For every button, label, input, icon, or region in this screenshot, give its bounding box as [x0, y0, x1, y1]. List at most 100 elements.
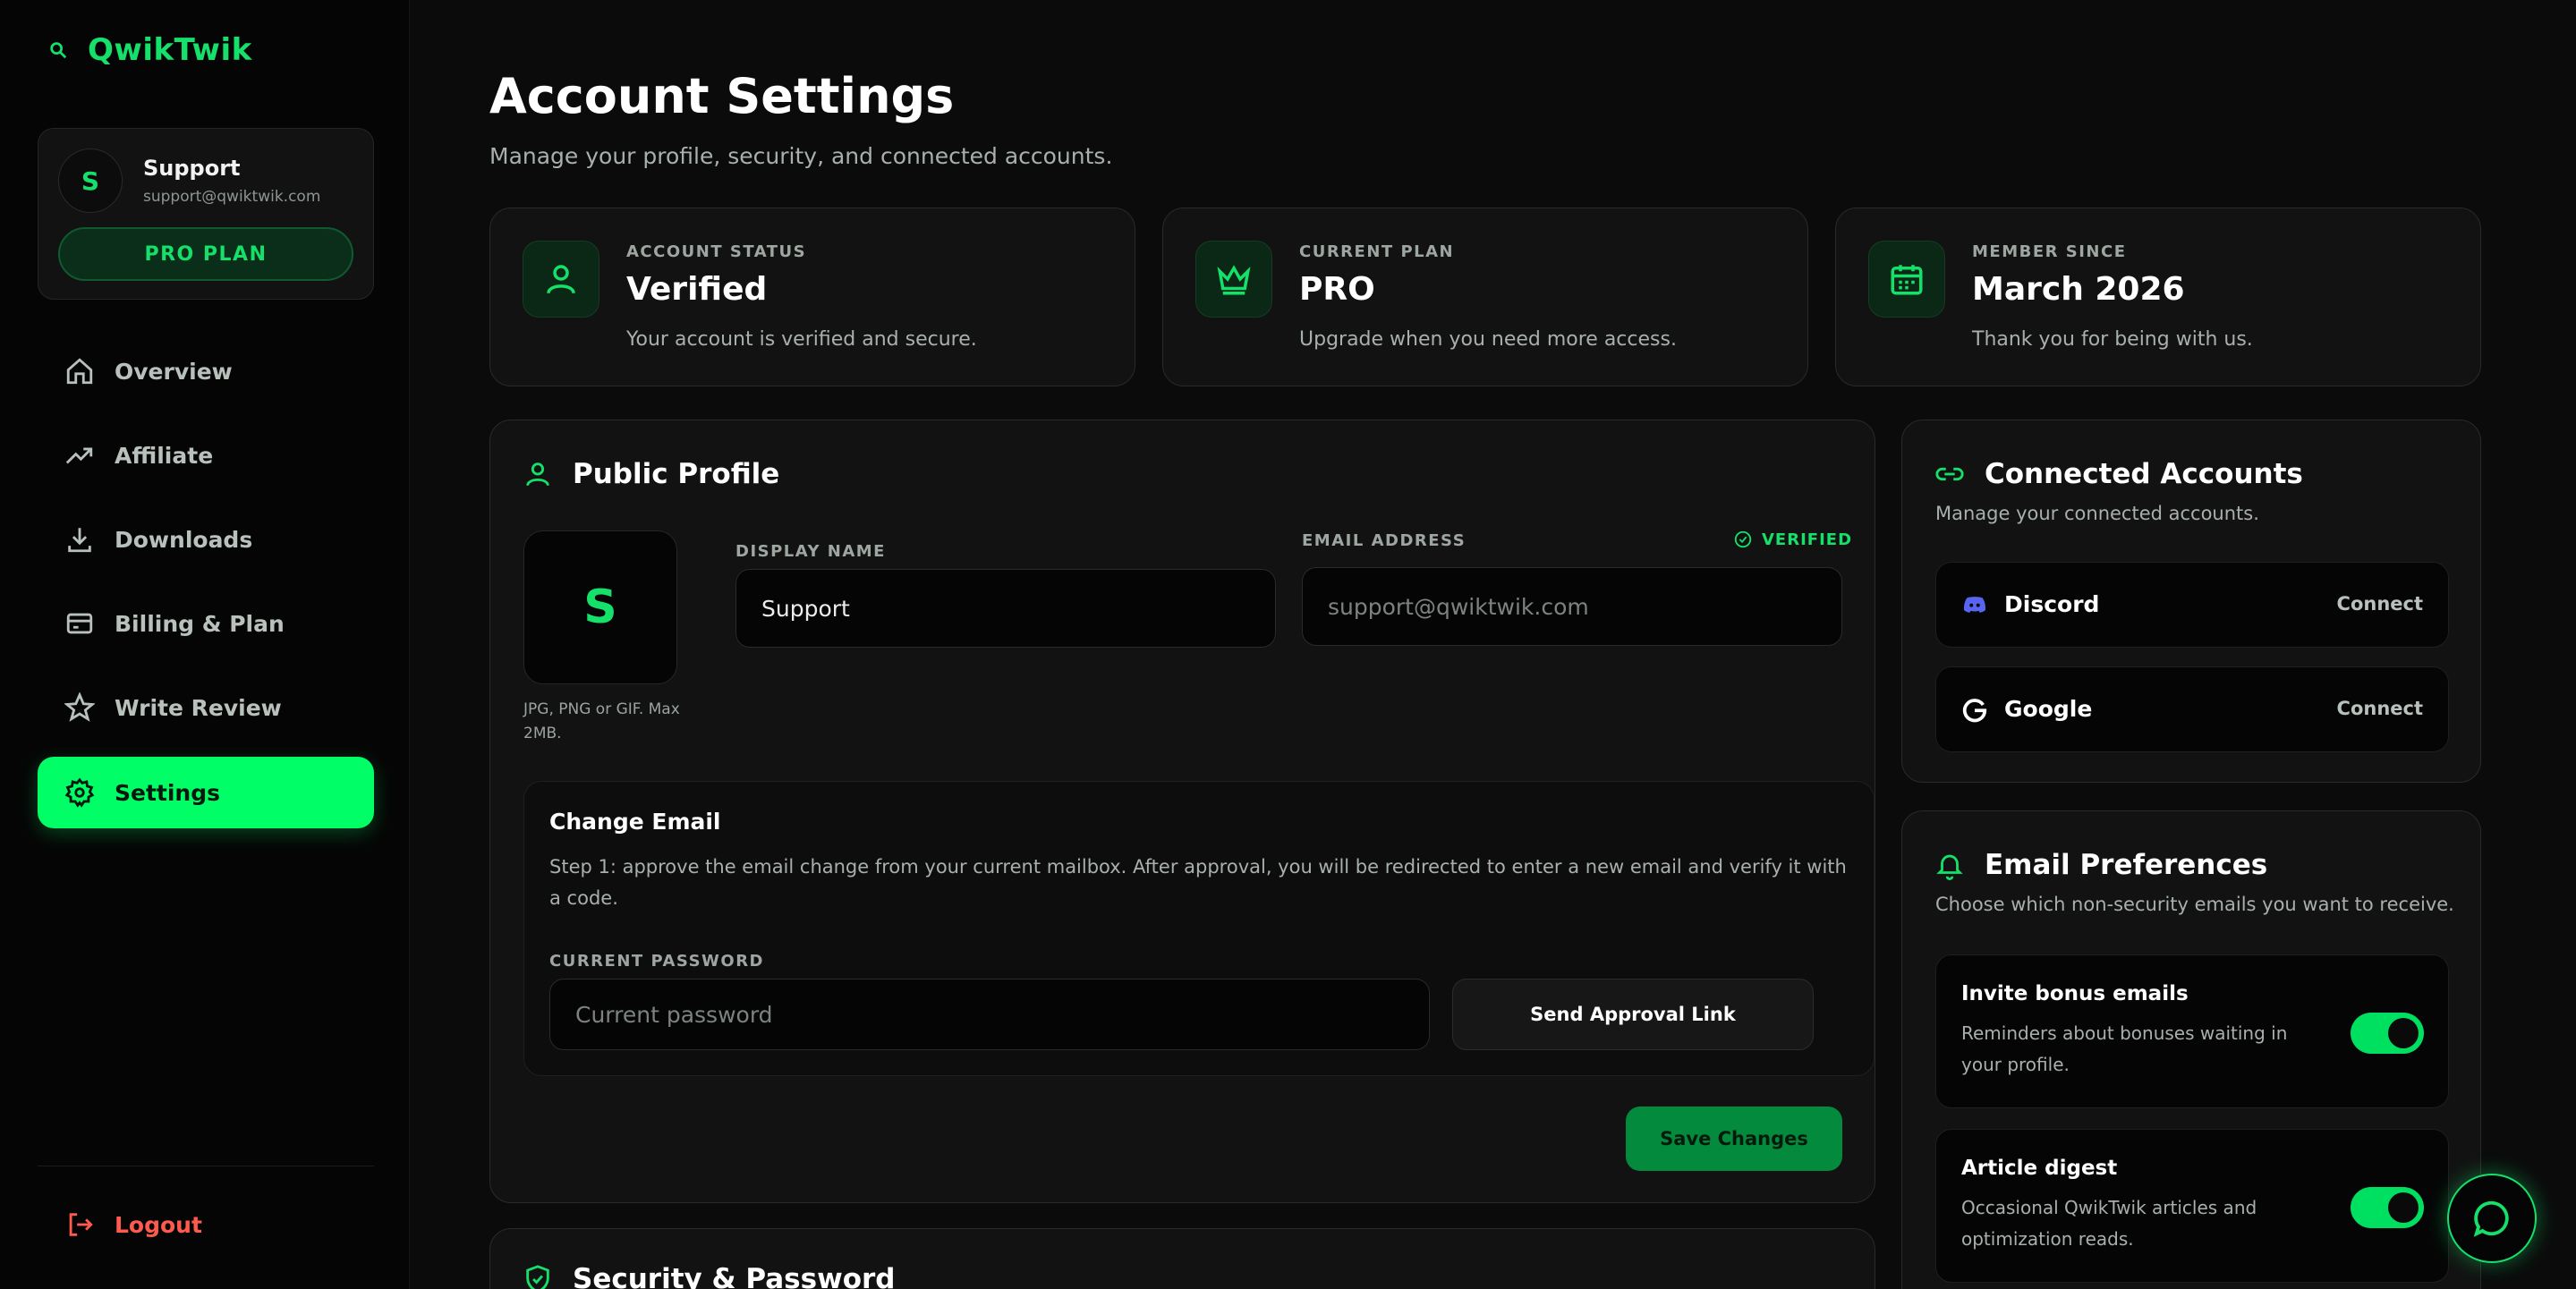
user-email: support@qwiktwik.com [143, 188, 321, 206]
stat-card-member-since: MEMBER SINCE March 2026 Thank you for be… [1835, 208, 2481, 386]
account-row-google: Google Connect [1935, 666, 2449, 752]
change-email-desc: Step 1: approve the email change from yo… [549, 856, 1847, 909]
connect-discord-button[interactable]: Connect [2337, 593, 2423, 615]
account-name: Google [2004, 696, 2093, 722]
bell-icon [1936, 854, 1963, 880]
panel-title: Connected Accounts [1985, 458, 2303, 490]
email-address-label: EMAIL ADDRESS [1302, 531, 1467, 550]
stat-card-account-status: ACCOUNT STATUS Verified Your account is … [489, 208, 1135, 386]
check-circle-icon [1734, 530, 1752, 548]
account-row-discord: Discord Connect [1935, 562, 2449, 648]
change-email-box: Change Email Step 1: approve the email c… [523, 781, 1875, 1076]
change-email-title: Change Email [549, 809, 721, 835]
stat-value: PRO [1299, 271, 1375, 308]
email-preferences-panel: Email Preferences Choose which non-secur… [1901, 810, 2481, 1289]
connect-google-button[interactable]: Connect [2337, 698, 2423, 719]
article-digest-toggle[interactable] [2351, 1187, 2424, 1228]
search-icon [50, 42, 67, 59]
pref-row-article-digest: Article digest Occasional QwikTwik artic… [1935, 1129, 2449, 1283]
link-icon [1935, 467, 1964, 481]
stat-desc: Upgrade when you need more access. [1299, 328, 1677, 351]
google-icon [1962, 699, 1987, 723]
save-changes-button[interactable]: Save Changes [1626, 1107, 1842, 1171]
sidebar-item-label: Affiliate [115, 442, 214, 469]
sidebar: QwikTwik S Support support@qwiktwik.com … [0, 0, 410, 1289]
email-preferences-header: Email Preferences [1934, 849, 2267, 881]
sidebar-item-label: Overview [115, 358, 233, 385]
current-password-label: CURRENT PASSWORD [549, 952, 764, 971]
verified-tag: VERIFIED [1733, 530, 1852, 549]
logout-label: Logout [115, 1211, 202, 1238]
pref-row-invite-bonus: Invite bonus emails Reminders about bonu… [1935, 954, 2449, 1108]
crown-icon [1195, 241, 1272, 318]
sidebar-item-label: Settings [115, 779, 221, 806]
account-name: Discord [2004, 591, 2100, 617]
stat-desc: Thank you for being with us. [1972, 328, 2253, 351]
pref-title: Article digest [1961, 1157, 2118, 1180]
home-icon [66, 358, 93, 385]
sidebar-item-overview[interactable]: Overview [38, 335, 374, 407]
card-icon [66, 613, 93, 634]
logout-icon [69, 1213, 93, 1236]
security-header: Security & Password [523, 1263, 895, 1289]
page-title: Account Settings [489, 68, 955, 124]
user-card: S Support support@qwiktwik.com PRO PLAN [38, 128, 374, 300]
sidebar-item-billing[interactable]: Billing & Plan [38, 588, 374, 659]
sidebar-item-settings[interactable]: Settings [38, 757, 374, 828]
sidebar-item-label: Billing & Plan [115, 610, 285, 637]
chat-button[interactable] [2447, 1174, 2537, 1263]
display-name-input[interactable] [735, 569, 1276, 648]
connected-accounts-header: Connected Accounts [1934, 458, 2303, 490]
chat-icon [2473, 1200, 2509, 1237]
toggle-knob [2388, 1192, 2419, 1223]
email-field[interactable] [1302, 567, 1842, 646]
stat-label: CURRENT PLAN [1299, 242, 1455, 261]
trend-icon [65, 447, 93, 464]
stat-card-current-plan: CURRENT PLAN PRO Upgrade when you need m… [1162, 208, 1808, 386]
stat-desc: Your account is verified and secure. [626, 328, 977, 351]
avatar-upload[interactable]: S [523, 530, 677, 684]
public-profile-header: Public Profile [523, 458, 779, 490]
pref-title: Invite bonus emails [1961, 982, 2189, 1005]
plan-badge[interactable]: PRO PLAN [58, 227, 353, 281]
gear-icon [64, 777, 95, 808]
star-icon [64, 692, 95, 722]
display-name-label: DISPLAY NAME [735, 542, 886, 561]
sidebar-item-label: Write Review [115, 694, 282, 721]
panel-title: Email Preferences [1985, 849, 2268, 881]
discord-icon [1963, 597, 1986, 613]
sidebar-item-label: Downloads [115, 526, 253, 553]
download-icon [68, 528, 91, 553]
user-name: Support [143, 156, 241, 181]
shield-check-icon [526, 1265, 549, 1289]
sidebar-item-downloads[interactable]: Downloads [38, 504, 374, 575]
current-password-input[interactable] [549, 979, 1430, 1050]
sidebar-item-affiliate[interactable]: Affiliate [38, 420, 374, 491]
calendar-icon [1868, 241, 1945, 318]
stat-label: MEMBER SINCE [1972, 242, 2127, 261]
security-panel: Security & Password [489, 1228, 1875, 1289]
logout-button[interactable]: Logout [64, 1209, 202, 1240]
avatar: S [58, 148, 123, 213]
stat-value: Verified [626, 271, 768, 308]
panel-title: Security & Password [573, 1263, 896, 1289]
send-approval-link-button[interactable]: Send Approval Link [1452, 979, 1814, 1050]
user-icon [523, 241, 599, 318]
panel-title: Public Profile [573, 458, 780, 490]
verified-label: VERIFIED [1762, 530, 1853, 549]
stat-value: March 2026 [1972, 271, 2185, 308]
invite-bonus-toggle[interactable] [2351, 1013, 2424, 1054]
pref-desc: Reminders about bonuses waiting in your … [1961, 1022, 2288, 1075]
sidebar-item-write-review[interactable]: Write Review [38, 672, 374, 743]
brand-name: QwikTwik [88, 32, 252, 68]
brand[interactable]: QwikTwik [48, 32, 252, 68]
public-profile-panel: Public Profile S JPG, PNG or GIF. Max 2M… [489, 420, 1875, 1203]
toggle-knob [2388, 1018, 2419, 1048]
stat-label: ACCOUNT STATUS [626, 242, 807, 261]
user-icon [526, 462, 549, 487]
connected-accounts-desc: Manage your connected accounts. [1935, 503, 2259, 524]
pref-desc: Occasional QwikTwik articles and optimiz… [1961, 1197, 2257, 1250]
page-subtitle: Manage your profile, security, and conne… [489, 143, 1113, 169]
email-preferences-desc: Choose which non-security emails you wan… [1935, 894, 2454, 915]
avatar-hint: JPG, PNG or GIF. Max 2MB. [523, 700, 680, 742]
